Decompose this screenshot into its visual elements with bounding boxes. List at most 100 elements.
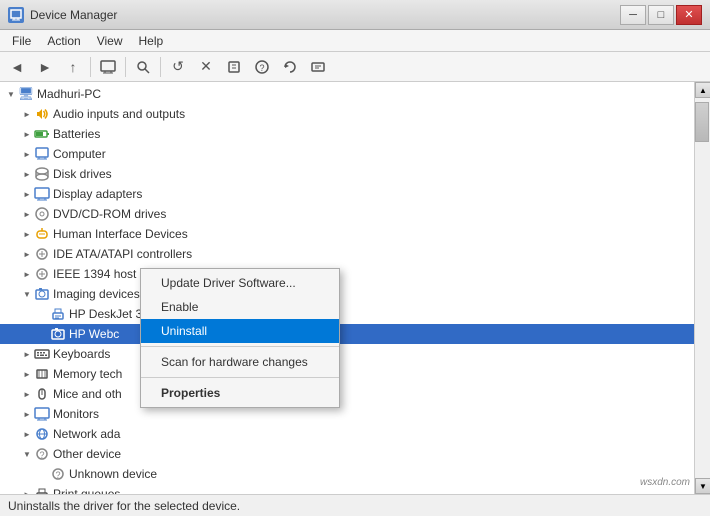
expand-icon[interactable]: ► <box>20 247 34 261</box>
tree-label: Unknown device <box>69 467 157 481</box>
tree-item-ieee[interactable]: ► IEEE 1394 host controllers <box>0 264 694 284</box>
ctx-uninstall[interactable]: Uninstall <box>141 319 339 343</box>
properties-button[interactable] <box>221 55 247 79</box>
maximize-button[interactable]: □ <box>648 5 674 25</box>
audio-icon <box>34 106 50 122</box>
expand-icon[interactable]: ► <box>20 127 34 141</box>
tree-label: Human Interface Devices <box>53 227 188 241</box>
svg-text:?: ? <box>259 63 264 73</box>
expand-spacer <box>36 307 50 321</box>
tree-item-hid[interactable]: ► Human Interface Devices <box>0 224 694 244</box>
tree-item-other[interactable]: ▼ ? Other device <box>0 444 694 464</box>
other-icon: ? <box>34 446 50 462</box>
tree-label: Audio inputs and outputs <box>53 107 185 121</box>
window-title: Device Manager <box>30 8 117 22</box>
scroll-up-button[interactable]: ▲ <box>695 82 710 98</box>
expand-icon[interactable]: ► <box>20 487 34 494</box>
computer-button[interactable] <box>95 55 121 79</box>
tree-item-printq[interactable]: ► Print queues <box>0 484 694 494</box>
expand-icon[interactable]: ► <box>20 147 34 161</box>
tree-item-dvd[interactable]: ► DVD/CD-ROM drives <box>0 204 694 224</box>
expand-icon[interactable]: ► <box>20 107 34 121</box>
unknown-icon: ? <box>50 466 66 482</box>
tree-item-monitors[interactable]: ► Monitors <box>0 404 694 424</box>
scrollbar-thumb[interactable] <box>695 102 709 142</box>
back-button[interactable]: ◄ <box>4 55 30 79</box>
imaging-icon <box>34 286 50 302</box>
menu-action[interactable]: Action <box>39 32 88 50</box>
tree-item-imaging[interactable]: ▼ Imaging devices <box>0 284 694 304</box>
ctx-enable[interactable]: Enable <box>141 295 339 319</box>
expand-icon[interactable]: ► <box>20 227 34 241</box>
expand-icon[interactable]: ► <box>20 387 34 401</box>
tree-label: Madhuri-PC <box>37 87 101 101</box>
toolbar: ◄ ► ↑ ↺ ✕ ? <box>0 52 710 82</box>
menu-bar: File Action View Help <box>0 30 710 52</box>
up-button[interactable]: ↑ <box>60 55 86 79</box>
app-icon <box>8 7 24 23</box>
status-text: Uninstalls the driver for the selected d… <box>8 499 240 513</box>
expand-icon[interactable]: ► <box>20 347 34 361</box>
scrollbar[interactable]: ▲ ▼ <box>694 82 710 494</box>
expand-spacer <box>36 467 50 481</box>
tree-item-network[interactable]: ► Network ada <box>0 424 694 444</box>
minimize-button[interactable]: ─ <box>620 5 646 25</box>
forward-button[interactable]: ► <box>32 55 58 79</box>
tree-label: Display adapters <box>53 187 142 201</box>
tree-item-ide[interactable]: ► IDE ATA/ATAPI controllers <box>0 244 694 264</box>
tree-item-audio[interactable]: ► Audio inputs and outputs <box>0 104 694 124</box>
expand-icon[interactable]: ► <box>20 167 34 181</box>
pc-icon <box>34 146 50 162</box>
tree-view[interactable]: ▼ 🖥 Madhuri-PC ► Audio inputs and output… <box>0 82 694 494</box>
expand-icon[interactable]: ▼ <box>4 87 18 101</box>
expand-icon[interactable]: ► <box>20 367 34 381</box>
tree-item-hp-webcam[interactable]: HP Webc <box>0 324 694 344</box>
scroll-down-button[interactable]: ▼ <box>695 478 710 494</box>
ctx-properties[interactable]: Properties <box>141 381 339 405</box>
tree-item-memory[interactable]: ► Memory tech <box>0 364 694 384</box>
tree-item-mice[interactable]: ► Mice and oth <box>0 384 694 404</box>
tree-label: Keyboards <box>53 347 110 361</box>
stop-button[interactable]: ✕ <box>193 55 219 79</box>
tree-label: Network ada <box>53 427 120 441</box>
tree-label: HP Webc <box>69 327 119 341</box>
scan-button[interactable] <box>305 55 331 79</box>
expand-icon[interactable]: ► <box>20 207 34 221</box>
ctx-update-driver[interactable]: Update Driver Software... <box>141 271 339 295</box>
menu-help[interactable]: Help <box>131 32 172 50</box>
disk-icon <box>34 166 50 182</box>
scrollbar-track[interactable] <box>695 98 710 478</box>
expand-icon[interactable]: ► <box>20 187 34 201</box>
tree-label: Mice and oth <box>53 387 122 401</box>
expand-icon[interactable]: ▼ <box>20 447 34 461</box>
tree-item-keyboards[interactable]: ► Keyboards <box>0 344 694 364</box>
title-bar-controls: ─ □ ✕ <box>620 5 702 25</box>
help-button[interactable]: ? <box>249 55 275 79</box>
expand-icon[interactable]: ▼ <box>20 287 34 301</box>
expand-icon[interactable]: ► <box>20 267 34 281</box>
ctx-scan[interactable]: Scan for hardware changes <box>141 350 339 374</box>
tree-item-batteries[interactable]: ► Batteries <box>0 124 694 144</box>
expand-icon[interactable]: ► <box>20 407 34 421</box>
expand-icon[interactable]: ► <box>20 427 34 441</box>
tree-item-display[interactable]: ► Display adapters <box>0 184 694 204</box>
tree-item-hp-deskjet[interactable]: HP DeskJet 3830 series (NET) <box>0 304 694 324</box>
tree-item-computer[interactable]: ► Computer <box>0 144 694 164</box>
refresh-button[interactable]: ↺ <box>165 55 191 79</box>
tree-label: Imaging devices <box>53 287 140 301</box>
tree-label: Computer <box>53 147 106 161</box>
status-bar: Uninstalls the driver for the selected d… <box>0 494 710 516</box>
ctx-separator-2 <box>141 377 339 378</box>
tree-item-disk[interactable]: ► Disk drives <box>0 164 694 184</box>
expand-spacer <box>36 327 50 341</box>
search-button[interactable] <box>130 55 156 79</box>
tree-item-madhuri[interactable]: ▼ 🖥 Madhuri-PC <box>0 84 694 104</box>
printer-icon <box>50 306 66 322</box>
update-button[interactable] <box>277 55 303 79</box>
menu-view[interactable]: View <box>89 32 131 50</box>
close-button[interactable]: ✕ <box>676 5 702 25</box>
title-bar: Device Manager ─ □ ✕ <box>0 0 710 30</box>
tree-label: Batteries <box>53 127 100 141</box>
tree-item-unknown[interactable]: ? Unknown device <box>0 464 694 484</box>
menu-file[interactable]: File <box>4 32 39 50</box>
